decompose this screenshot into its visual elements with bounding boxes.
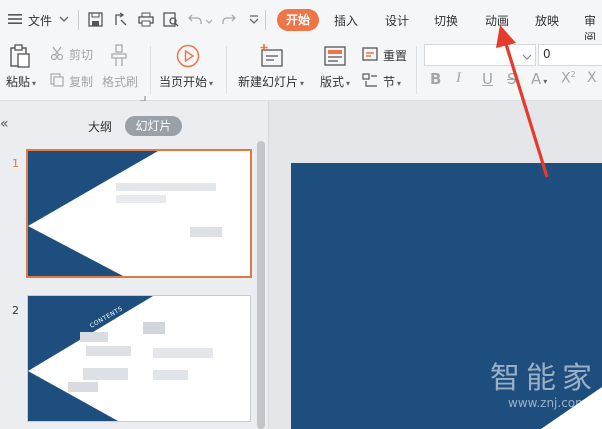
- reset-icon[interactable]: [362, 46, 378, 65]
- copy-icon[interactable]: [50, 73, 64, 90]
- export-icon[interactable]: [113, 12, 128, 30]
- watermark: 智能家 www.znj.com: [490, 361, 598, 411]
- tab-transitions[interactable]: 切换: [434, 12, 458, 29]
- scissors-icon[interactable]: [50, 46, 64, 63]
- tab-slides[interactable]: 幻灯片: [125, 116, 182, 136]
- tab-home[interactable]: 开始: [277, 9, 319, 31]
- watermark-url: www.znj.com: [508, 396, 587, 410]
- paste-icon[interactable]: [9, 44, 31, 71]
- italic-button[interactable]: I: [456, 70, 461, 87]
- slide-number: 2: [12, 304, 19, 317]
- slide-number: 1: [12, 157, 19, 170]
- layout-icon[interactable]: [324, 45, 346, 70]
- layout-button[interactable]: 版式 ▾: [320, 73, 350, 90]
- superscript-button[interactable]: X2: [561, 70, 576, 87]
- font-name-combo[interactable]: [424, 44, 536, 66]
- tab-bar: 文件 开始 插入 设计 切换 动画 放映 审阅: [0, 0, 602, 45]
- print-preview-icon[interactable]: [163, 12, 179, 30]
- play-from-current-button[interactable]: 当页开始 ▾: [159, 73, 213, 90]
- reset-button[interactable]: 重置: [383, 47, 407, 64]
- section-button[interactable]: 节 ▾: [383, 73, 401, 90]
- hamburger-menu-icon[interactable]: [8, 13, 22, 28]
- font-size-value: 0: [543, 47, 551, 61]
- tab-slideshow[interactable]: 放映: [535, 12, 559, 29]
- print-icon[interactable]: [138, 12, 154, 30]
- watermark-brand: 智能家: [490, 361, 598, 396]
- paste-button[interactable]: 粘贴 ▾: [6, 73, 36, 90]
- save-icon[interactable]: [88, 12, 103, 30]
- format-painter-icon[interactable]: [110, 44, 130, 71]
- collapse-panel-button[interactable]: «: [0, 116, 9, 132]
- redo-icon[interactable]: [222, 13, 236, 28]
- slide-thumbnail-2[interactable]: CONTENTS: [27, 295, 251, 422]
- tab-design[interactable]: 设计: [385, 12, 409, 29]
- format-painter-button[interactable]: 格式刷: [102, 73, 138, 90]
- slide-1-preview: [28, 151, 222, 276]
- underline-button[interactable]: U: [482, 70, 493, 88]
- slide-thumbnail-1[interactable]: [26, 149, 252, 278]
- tab-slides-label: 幻灯片: [135, 119, 172, 133]
- file-menu[interactable]: 文件: [28, 12, 52, 29]
- bold-button[interactable]: B: [430, 70, 441, 88]
- tab-animation[interactable]: 动画: [485, 12, 509, 29]
- slide-panel-scrollbar[interactable]: [257, 141, 265, 429]
- new-slide-button[interactable]: 新建幻灯片 ▾: [238, 73, 304, 90]
- section-icon[interactable]: [362, 72, 378, 91]
- customize-toolbar-icon[interactable]: [248, 13, 260, 28]
- play-from-current-icon[interactable]: [176, 44, 200, 71]
- font-color-button[interactable]: A ▾: [531, 70, 547, 88]
- tab-insert[interactable]: 插入: [334, 12, 358, 29]
- slide-2-preview: [28, 296, 213, 421]
- tab-outline[interactable]: 大纲: [88, 118, 112, 135]
- strikethrough-button[interactable]: S: [507, 70, 517, 88]
- new-slide-icon[interactable]: [259, 44, 285, 71]
- subscript-button[interactable]: X: [587, 70, 597, 86]
- chevron-down-icon[interactable]: [522, 50, 532, 64]
- chevron-down-icon[interactable]: [58, 13, 70, 28]
- undo-icon[interactable]: [188, 13, 202, 28]
- cut-button[interactable]: 剪切: [69, 46, 93, 63]
- copy-button[interactable]: 复制: [69, 73, 93, 90]
- chevron-down-icon[interactable]: [205, 15, 213, 29]
